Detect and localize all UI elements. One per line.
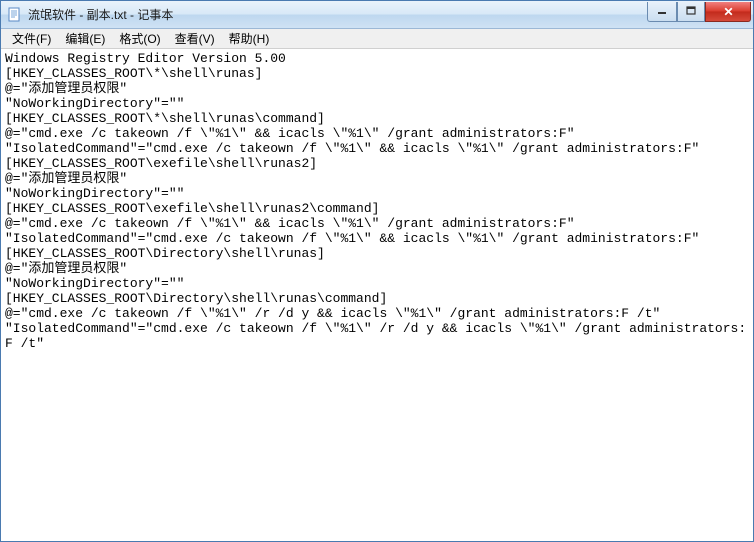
notepad-icon bbox=[7, 7, 23, 23]
maximize-button[interactable] bbox=[677, 2, 705, 22]
menu-file[interactable]: 文件(F) bbox=[5, 28, 58, 49]
notepad-window: 流氓软件 - 副本.txt - 记事本 文件(F) 编辑(E) 格式(O) 查看… bbox=[0, 0, 754, 542]
text-area[interactable]: Windows Registry Editor Version 5.00 [HK… bbox=[1, 49, 753, 541]
menubar: 文件(F) 编辑(E) 格式(O) 查看(V) 帮助(H) bbox=[1, 29, 753, 49]
menu-help[interactable]: 帮助(H) bbox=[222, 28, 277, 49]
window-controls bbox=[647, 2, 751, 22]
titlebar[interactable]: 流氓软件 - 副本.txt - 记事本 bbox=[1, 1, 753, 29]
window-title: 流氓软件 - 副本.txt - 记事本 bbox=[28, 6, 647, 23]
menu-view[interactable]: 查看(V) bbox=[168, 28, 222, 49]
close-button[interactable] bbox=[705, 2, 751, 22]
menu-edit[interactable]: 编辑(E) bbox=[58, 28, 112, 49]
minimize-button[interactable] bbox=[647, 2, 677, 22]
menu-format[interactable]: 格式(O) bbox=[112, 28, 167, 49]
document-text[interactable]: Windows Registry Editor Version 5.00 [HK… bbox=[5, 51, 749, 351]
